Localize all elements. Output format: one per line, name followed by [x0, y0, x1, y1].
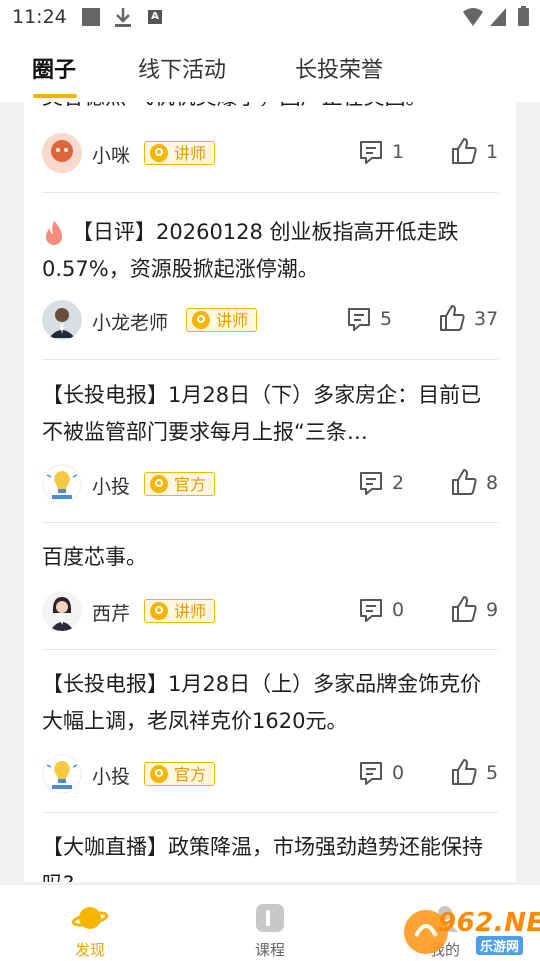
post-meta: 小投 官方 2 8 — [42, 464, 498, 508]
post-title[interactable]: 【长投电报】1月28日（下）多家房企：目前已不被监管部门要求每月上报“三条… — [42, 377, 502, 451]
nav-label: 发现 — [74, 941, 105, 959]
a-icon: A — [148, 10, 162, 24]
watermark-subtext: 乐游网 — [476, 936, 524, 955]
signal-icon — [490, 8, 506, 26]
status-time: 11:24 — [12, 6, 67, 28]
download-icon — [115, 8, 131, 27]
battery-icon — [518, 6, 529, 26]
like-count: 37 — [474, 308, 499, 330]
post-meta: 西芹 讲师 0 9 — [42, 591, 498, 635]
course-icon — [256, 904, 284, 932]
nav-label: 课程 — [254, 941, 285, 959]
nav-courses[interactable]: 课程 — [230, 885, 310, 961]
author-name[interactable]: 小龙老师 — [92, 308, 168, 335]
comment-icon[interactable] — [358, 597, 384, 623]
role-badge: 官方 — [144, 762, 216, 786]
post-meta: 小咪 讲师 1 1 — [42, 133, 498, 177]
like-icon[interactable] — [438, 304, 466, 332]
avatar[interactable] — [42, 464, 82, 504]
post-title[interactable]: 【日评】20260128 创业板指高开低走跌0.57%，资源股掀起涨停潮。 — [42, 214, 502, 288]
active-tab-indicator — [33, 94, 77, 98]
divider — [42, 192, 498, 193]
avatar[interactable] — [42, 591, 82, 631]
like-count: 9 — [486, 599, 499, 621]
avatar[interactable] — [42, 300, 82, 340]
role-badge: 讲师 — [144, 599, 216, 623]
comment-count: 2 — [392, 472, 405, 494]
comment-count: 1 — [392, 141, 405, 163]
like-icon[interactable] — [450, 137, 478, 165]
divider — [42, 359, 498, 360]
role-badge: 讲师 — [144, 141, 216, 165]
post-title[interactable]: 百度芯事。 — [42, 539, 502, 576]
post-title[interactable]: 【长投电报】1月28日（上）多家品牌金饰克价大幅上调，老凤祥克价1620元。 — [42, 666, 502, 740]
post-title[interactable]: 【大咖直播】政策降温，市场强劲趋势还能保持吗? — [42, 829, 502, 882]
top-tab-bar: 圈子 线下活动 长投荣誉 — [0, 36, 540, 102]
author-name[interactable]: 小投 — [92, 472, 130, 499]
post-meta: 小龙老师 讲师 5 37 — [42, 300, 498, 344]
medal-icon — [150, 602, 168, 620]
watermark-text: 962.NET — [438, 908, 540, 938]
comment-count: 5 — [380, 308, 393, 330]
role-badge: 讲师 — [186, 308, 258, 332]
comment-icon[interactable] — [358, 760, 384, 786]
medal-icon — [192, 311, 210, 329]
medal-icon — [150, 765, 168, 783]
tab-circle[interactable]: 圈子 — [32, 52, 76, 84]
avatar[interactable] — [42, 754, 82, 794]
post-title-partial[interactable]: 美各德熙 飞机机美爆了，国产正在美国。 — [42, 102, 502, 116]
comment-count: 0 — [392, 599, 405, 621]
tab-honors[interactable]: 长投荣誉 — [295, 52, 383, 84]
like-count: 1 — [486, 141, 499, 163]
comment-count: 0 — [392, 762, 405, 784]
nav-discover[interactable]: 发现 — [50, 885, 130, 961]
planet-icon — [72, 907, 108, 929]
author-name[interactable]: 小咪 — [92, 141, 130, 168]
avatar[interactable] — [42, 133, 82, 173]
divider — [42, 522, 498, 523]
status-bar: 11:24 A — [0, 0, 540, 36]
like-icon[interactable] — [450, 758, 478, 786]
divider — [42, 649, 498, 650]
post-meta: 小投 官方 0 5 — [42, 754, 498, 798]
medal-icon — [150, 475, 168, 493]
comment-icon[interactable] — [358, 139, 384, 165]
medal-icon — [150, 144, 168, 162]
divider — [42, 812, 498, 813]
role-badge: 官方 — [144, 472, 216, 496]
square-icon — [82, 8, 100, 26]
author-name[interactable]: 西芹 — [92, 599, 130, 626]
comment-icon[interactable] — [358, 470, 384, 496]
wifi-icon — [463, 8, 483, 26]
like-icon[interactable] — [450, 468, 478, 496]
tab-offline-events[interactable]: 线下活动 — [138, 52, 226, 84]
like-icon[interactable] — [450, 595, 478, 623]
comment-icon[interactable] — [346, 306, 372, 332]
author-name[interactable]: 小投 — [92, 762, 130, 789]
like-count: 5 — [486, 762, 499, 784]
like-count: 8 — [486, 472, 499, 494]
post-feed[interactable]: 美各德熙 飞机机美爆了，国产正在美国。 小咪 讲师 1 1 【日评】202601… — [24, 102, 516, 882]
